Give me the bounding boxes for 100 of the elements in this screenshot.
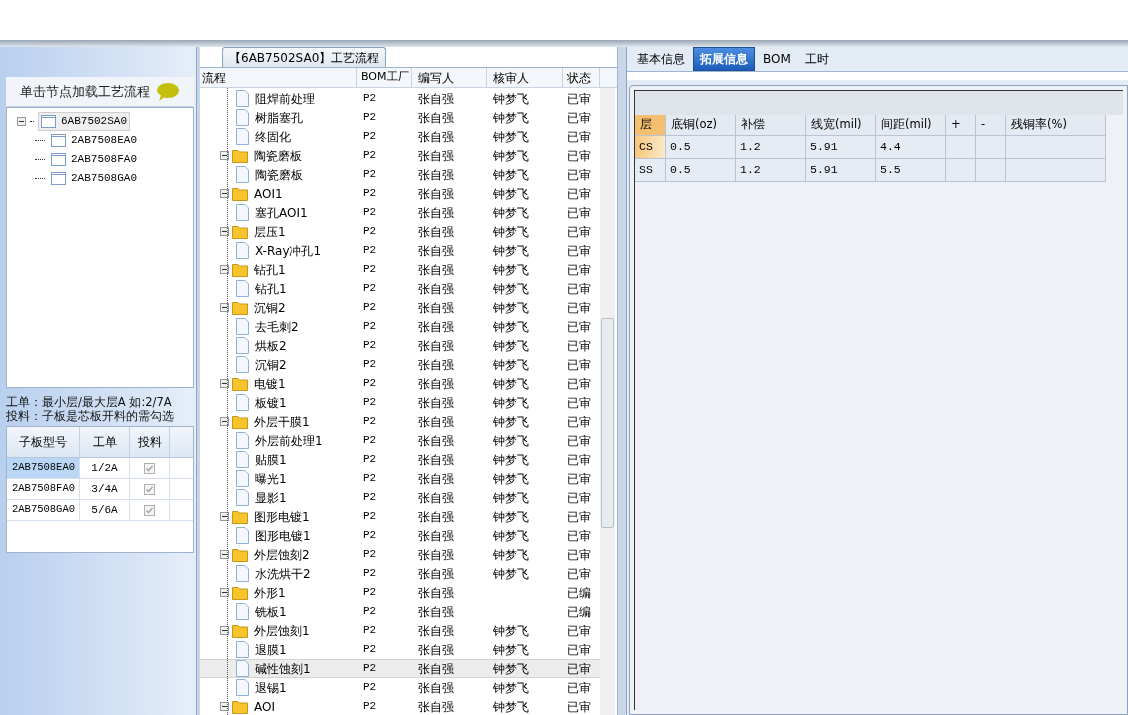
collapse-icon[interactable] (220, 379, 229, 388)
table-cell-text: 张自强 (417, 660, 455, 678)
collapse-icon[interactable] (220, 417, 229, 426)
column-header: 残铜率(%) (1006, 115, 1106, 136)
flow-row[interactable]: 碱性蚀刻1 P2 张自强 钟梦飞 已审 (200, 659, 600, 678)
table-cell-text: 张自强 (417, 622, 455, 640)
collapse-icon[interactable] (220, 151, 229, 160)
flow-row[interactable]: 图形电镀1 P2 张自强 钟梦飞 已审 (200, 526, 600, 545)
table-cell[interactable]: 2AB7508GA0 (7, 500, 80, 520)
table-cell-text: 钟梦飞 (492, 432, 530, 450)
collapse-icon[interactable] (220, 626, 229, 635)
flow-row[interactable]: 树脂塞孔 P2 张自强 钟梦飞 已审 (200, 108, 600, 127)
collapse-icon[interactable] (220, 265, 229, 274)
step-name: 外层蚀刻2 (254, 546, 310, 564)
flow-row[interactable]: 陶瓷磨板 P2 张自强 钟梦飞 已审 (200, 165, 600, 184)
flow-row[interactable]: 退锡1 P2 张自强 钟梦飞 已审 (200, 678, 600, 697)
checkbox[interactable] (144, 504, 155, 516)
flow-row[interactable]: 沉铜2 P2 张自强 钟梦飞 已审 (200, 355, 600, 374)
collapse-icon[interactable] (17, 117, 26, 126)
step-name: 陶瓷磨板 (254, 147, 302, 165)
table-cell: 0.5 (666, 159, 736, 182)
flow-row[interactable]: 外层干膜1 P2 张自强 钟梦飞 已审 (200, 412, 600, 431)
checkbox[interactable] (144, 462, 155, 474)
flow-row[interactable]: 层压1 P2 张自强 钟梦飞 已审 (200, 222, 600, 241)
flow-row[interactable]: X-Ray冲孔1 P2 张自强 钟梦飞 已审 (200, 241, 600, 260)
collapse-icon[interactable] (220, 227, 229, 236)
flow-row[interactable]: 板镀1 P2 张自强 钟梦飞 已审 (200, 393, 600, 412)
tab[interactable]: 基本信息 (631, 47, 691, 71)
table-cell: 5.91 (806, 159, 876, 182)
table-cell-text: 张自强 (417, 698, 455, 715)
document-icon (236, 280, 249, 297)
document-icon (236, 432, 249, 449)
document-icon (236, 356, 249, 373)
table-cell-text: 张自强 (417, 280, 455, 298)
collapse-icon[interactable] (220, 702, 229, 711)
column-header: 编写人 (412, 68, 487, 87)
tab[interactable]: 拓展信息 (693, 47, 755, 71)
table-cell-text: 已审 (566, 128, 592, 146)
step-name: 钻孔1 (255, 280, 287, 298)
flow-row[interactable]: 铣板1 P2 张自强 已编 (200, 602, 600, 621)
table-cell-text: 已审 (566, 356, 592, 374)
tab[interactable]: 工时 (798, 47, 835, 71)
table-cell-text: 已审 (566, 166, 592, 184)
flow-row[interactable]: 电镀1 P2 张自强 钟梦飞 已审 (200, 374, 600, 393)
step-name: 曝光1 (255, 470, 287, 488)
step-name: X-Ray冲孔1 (255, 242, 322, 260)
collapse-icon[interactable] (220, 189, 229, 198)
document-icon (236, 451, 249, 468)
flow-row[interactable]: AOI1 P2 张自强 钟梦飞 已审 (200, 184, 600, 203)
table-cell-text: 已审 (566, 679, 592, 697)
flow-row[interactable]: 钻孔1 P2 张自强 钟梦飞 已审 (200, 260, 600, 279)
flow-row[interactable]: 退膜1 P2 张自强 钟梦飞 已审 (200, 640, 600, 659)
folder-icon (232, 186, 248, 201)
flow-row[interactable]: 陶瓷磨板 P2 张自强 钟梦飞 已审 (200, 146, 600, 165)
table-cell-text: 已审 (566, 147, 592, 165)
tab[interactable]: BOM (757, 47, 797, 71)
document-icon (236, 204, 249, 221)
flow-row[interactable]: 去毛刺2 P2 张自强 钟梦飞 已审 (200, 317, 600, 336)
flow-row[interactable]: 钻孔1 P2 张自强 钟梦飞 已审 (200, 279, 600, 298)
table-cell[interactable]: 2AB7508FA0 (7, 479, 80, 499)
flow-row[interactable]: 曝光1 P2 张自强 钟梦飞 已审 (200, 469, 600, 488)
table-cell-text: 钟梦飞 (492, 622, 530, 640)
flow-row[interactable]: 沉铜2 P2 张自强 钟梦飞 已审 (200, 298, 600, 317)
window-icon (51, 153, 66, 166)
flow-row[interactable]: 烘板2 P2 张自强 钟梦飞 已审 (200, 336, 600, 355)
scrollbar[interactable] (600, 88, 615, 715)
panel-tab[interactable]: 【6AB7502SA0】工艺流程 (222, 47, 387, 67)
column-header: BOM工厂 (357, 68, 412, 87)
flow-row[interactable]: 阻焊前处理 P2 张自强 钟梦飞 已审 (200, 89, 600, 108)
table-cell-text: P2 (362, 91, 378, 107)
step-name: 层压1 (254, 223, 286, 241)
flow-row[interactable]: 显影1 P2 张自强 钟梦飞 已审 (200, 488, 600, 507)
flow-row[interactable]: 外形1 P2 张自强 已编 (200, 583, 600, 602)
folder-icon (232, 585, 248, 600)
flow-row[interactable]: 外层前处理1 P2 张自强 钟梦飞 已审 (200, 431, 600, 450)
flow-row[interactable]: 塞孔AOI1 P2 张自强 钟梦飞 已审 (200, 203, 600, 222)
collapse-icon[interactable] (220, 303, 229, 312)
tree-node[interactable]: 2AB7508EA0 (49, 132, 139, 149)
flow-row[interactable]: 水洗烘干2 P2 张自强 钟梦飞 已审 (200, 564, 600, 583)
document-icon (236, 318, 249, 335)
step-name: 显影1 (255, 489, 287, 507)
hint-text: 投料：子板是芯板开料的需勾选 (6, 409, 175, 423)
collapse-icon[interactable] (220, 588, 229, 597)
tree-node[interactable]: 6AB7502SA0 (38, 112, 130, 131)
tree-node[interactable]: 2AB7508GA0 (49, 170, 139, 187)
flow-row[interactable]: 外层蚀刻2 P2 张自强 钟梦飞 已审 (200, 545, 600, 564)
flow-row[interactable]: 终固化 P2 张自强 钟梦飞 已审 (200, 127, 600, 146)
table-cell[interactable]: 2AB7508EA0 (7, 458, 80, 478)
flow-row[interactable]: 外层蚀刻1 P2 张自强 钟梦飞 已审 (200, 621, 600, 640)
collapse-icon[interactable] (220, 550, 229, 559)
column-header: 补偿 (736, 115, 806, 136)
table-cell: 1/2A (80, 458, 130, 478)
checkbox[interactable] (144, 483, 155, 495)
flow-row[interactable]: AOI P2 张自强 钟梦飞 已审 (200, 697, 600, 715)
collapse-icon[interactable] (220, 512, 229, 521)
folder-icon (232, 547, 248, 562)
flow-row[interactable]: 图形电镀1 P2 张自强 钟梦飞 已审 (200, 507, 600, 526)
tree-node[interactable]: 2AB7508FA0 (49, 151, 139, 168)
flow-row[interactable]: 贴膜1 P2 张自强 钟梦飞 已审 (200, 450, 600, 469)
table-cell-text: P2 (362, 224, 378, 240)
